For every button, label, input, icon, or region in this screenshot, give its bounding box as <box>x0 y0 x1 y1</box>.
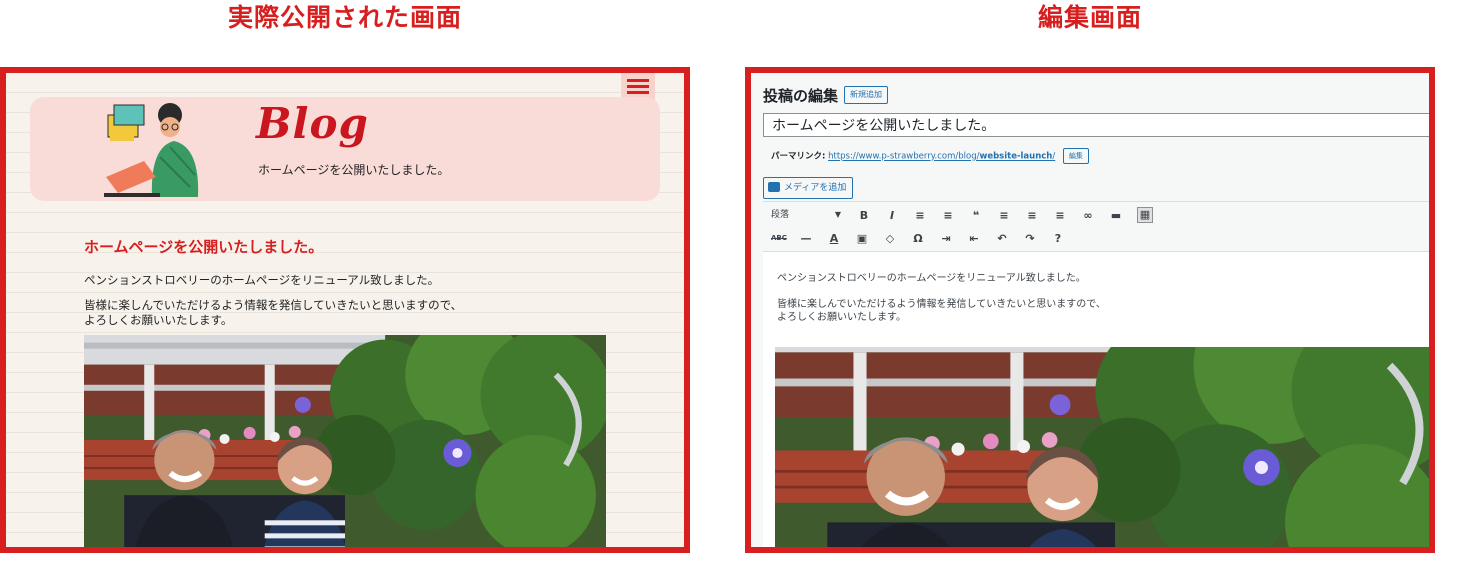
woman-with-laptop-illustration-icon <box>104 103 199 197</box>
toolbar-row-1: 段落 ▼ B I ≡ ≡ ❝ ≡ ≡ ≡ ∞ ▬ ▦ <box>771 205 1153 225</box>
couple-garden-photo <box>84 335 606 553</box>
post-paragraph: 皆様に楽しんでいただけるよう情報を発信していきたいと思いますので、 <box>84 298 463 312</box>
help-icon[interactable]: ? <box>1051 232 1065 245</box>
italic-icon[interactable]: I <box>885 209 899 222</box>
post-paragraph: ペンションストロベリーのホームページをリニューアル致しました。 <box>84 273 440 287</box>
editor-paragraph: ペンションストロベリーのホームページをリニューアル致しました。 <box>777 273 1086 284</box>
blog-banner: Blog ホームページを公開いたしました。 <box>30 97 660 201</box>
read-more-icon[interactable]: ▬ <box>1109 209 1123 222</box>
strikethrough-icon[interactable]: ABC <box>771 234 787 242</box>
editor-paragraph: よろしくお願いいたします。 <box>777 312 906 323</box>
text-color-icon[interactable]: A <box>827 232 841 245</box>
editor-screen-heading: 編集画面 <box>1037 3 1142 32</box>
numbered-list-icon[interactable]: ≡ <box>941 209 955 222</box>
format-select-value: 段落 <box>771 210 790 220</box>
link-icon[interactable]: ∞ <box>1081 209 1095 222</box>
permalink-label: パーマリンク: <box>771 151 826 162</box>
outdent-icon[interactable]: ⇤ <box>967 232 981 245</box>
format-select[interactable]: 段落 ▼ <box>771 207 843 223</box>
post-paragraph: よろしくお願いいたします。 <box>84 313 233 327</box>
add-media-label: メディアを追加 <box>784 183 847 193</box>
toolbar-row-2: ABC — A ▣ ◇ Ω ⇥ ⇤ ↶ ↷ ? <box>771 228 1065 248</box>
clear-formatting-icon[interactable]: ◇ <box>883 232 897 245</box>
editor-content-area[interactable]: ペンションストロベリーのホームページをリニューアル致しました。 皆様に楽しんでい… <box>763 251 1435 553</box>
editor-toolbar: 段落 ▼ B I ≡ ≡ ❝ ≡ ≡ ≡ ∞ ▬ ▦ ABC — A ▣ ◇ Ω … <box>763 201 1429 250</box>
published-page-frame: Blog ホームページを公開いたしました。 ホームページを公開いたしました。 ペ… <box>0 67 690 553</box>
permalink-end: / <box>1052 151 1056 162</box>
permalink-link[interactable]: https://www.p-strawberry.com/blog/websit… <box>828 152 1055 162</box>
toolbar-toggle-icon[interactable]: ▦ <box>1137 207 1153 223</box>
post-title-input[interactable] <box>763 113 1429 137</box>
media-icon <box>768 181 780 192</box>
permalink-row: パーマリンク: https://www.p-strawberry.com/blo… <box>771 148 1089 164</box>
published-screen-heading: 実際公開された画面 <box>227 3 462 32</box>
add-media-button[interactable]: メディアを追加 <box>763 177 854 199</box>
permalink-base: https://www.p-strawberry.com/blog/ <box>828 151 980 162</box>
bullet-list-icon[interactable]: ≡ <box>913 209 927 222</box>
align-right-icon[interactable]: ≡ <box>1053 209 1067 222</box>
couple-garden-photo <box>775 347 1435 553</box>
edit-permalink-button[interactable]: 編集 <box>1062 148 1089 164</box>
align-center-icon[interactable]: ≡ <box>1025 209 1039 222</box>
editor-frame: 投稿の編集 新規追加 パーマリンク: https://www.p-strawbe… <box>745 67 1435 553</box>
edit-post-header: 投稿の編集 <box>763 87 839 105</box>
blog-logo[interactable]: Blog <box>256 99 369 148</box>
redo-icon[interactable]: ↷ <box>1023 232 1037 245</box>
caret-down-icon: ▼ <box>834 210 841 219</box>
paste-text-icon[interactable]: ▣ <box>855 232 869 245</box>
align-left-icon[interactable]: ≡ <box>997 209 1011 222</box>
blockquote-icon[interactable]: ❝ <box>969 209 983 222</box>
special-character-icon[interactable]: Ω <box>911 232 925 245</box>
editor-paragraph: 皆様に楽しんでいただけるよう情報を発信していきたいと思いますので、 <box>777 299 1106 310</box>
banner-subtitle: ホームページを公開いたしました。 <box>258 163 450 177</box>
bold-icon[interactable]: B <box>857 209 871 222</box>
post-title: ホームページを公開いたしました。 <box>84 238 324 256</box>
permalink-slug: website-launch <box>979 151 1053 162</box>
add-new-button[interactable]: 新規追加 <box>844 86 888 104</box>
undo-icon[interactable]: ↶ <box>995 232 1009 245</box>
indent-icon[interactable]: ⇥ <box>939 232 953 245</box>
horizontal-line-icon[interactable]: — <box>799 232 813 245</box>
